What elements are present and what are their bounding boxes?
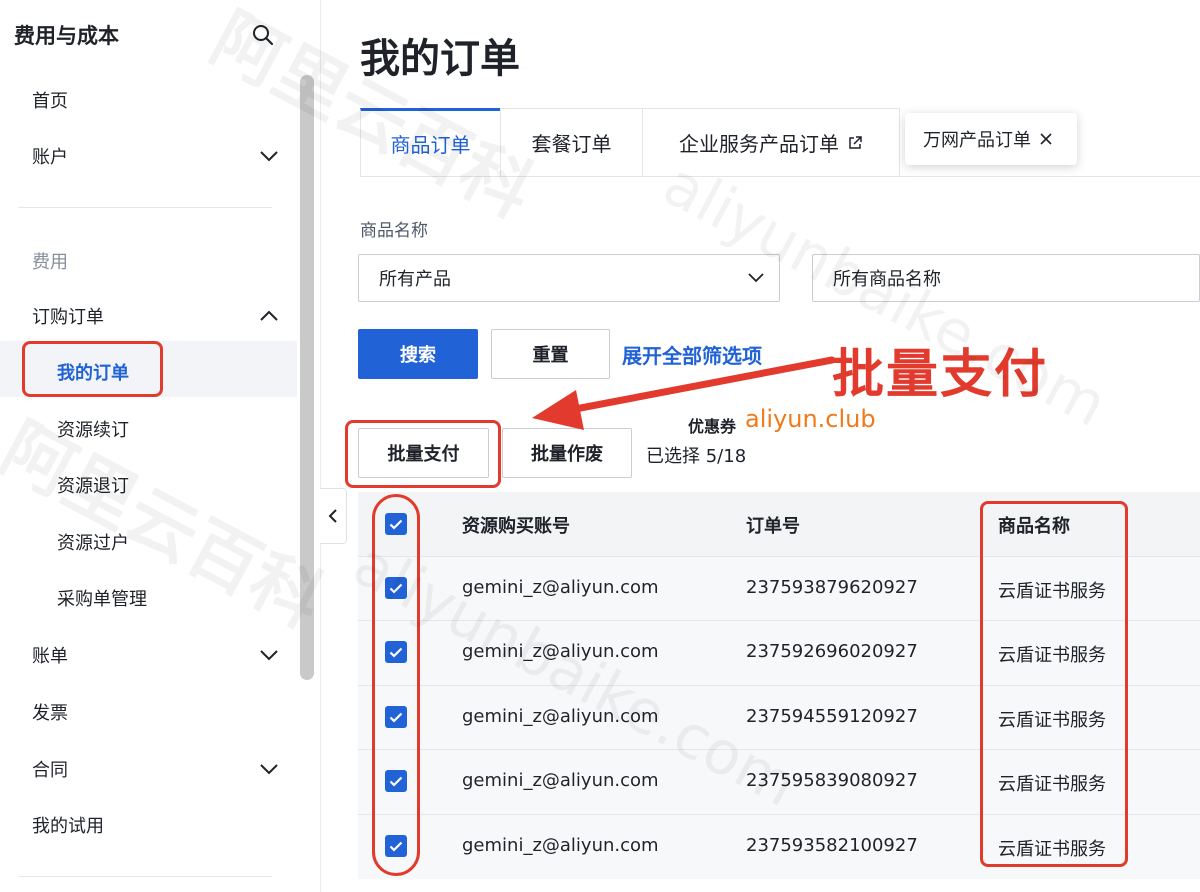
sidebar-item-bills[interactable]: 账单 [32,642,68,668]
tab-enterprise-orders[interactable]: 企业服务产品订单 [642,108,900,176]
sidebar-item-purchase[interactable]: 采购单管理 [57,585,147,611]
annotation-highlight-box [22,341,163,397]
external-link-icon [849,135,862,149]
column-header-account: 资源购买账号 [462,516,570,537]
sidebar-item-contract[interactable]: 合同 [32,756,68,782]
cell-order-no: 237592696020927 [746,641,918,662]
chevron-down-icon [748,273,764,283]
batch-void-button[interactable]: 批量作废 [502,428,632,478]
product-name-select[interactable]: 所有商品名称 [812,254,1200,302]
annotation-checkbox-oval [372,494,420,876]
filter-label: 商品名称 [360,221,428,241]
product-select[interactable]: 所有产品 [358,254,780,302]
annotation-product-column-box [980,501,1128,867]
column-header-order-no: 订单号 [746,516,800,537]
sidebar-item-trial[interactable]: 我的试用 [32,812,104,838]
chevron-left-icon [328,509,337,523]
close-icon[interactable] [1039,132,1053,146]
selected-count: 已选择 5/18 [646,446,747,467]
sidebar-divider [18,876,272,877]
cell-order-no: 237594559120927 [746,706,918,727]
annotation-highlight-box [345,420,501,488]
sidebar-item-renew[interactable]: 资源续订 [57,416,129,442]
sidebar-divider [18,207,272,208]
sidebar-item-invoice[interactable]: 发票 [32,699,68,725]
sidebar-section-fees: 费用 [32,252,68,273]
sidebar-item-home[interactable]: 首页 [32,87,68,113]
chevron-down-icon[interactable] [258,647,280,661]
search-icon[interactable] [250,22,276,48]
chevron-down-icon[interactable] [258,761,280,775]
coupon-url: aliyun.club [745,405,876,433]
tab-label: 企业服务产品订单 [679,132,839,156]
cell-account: gemini_z@aliyun.com [462,835,659,856]
cell-account: gemini_z@aliyun.com [462,770,659,791]
chevron-up-icon[interactable] [258,308,280,322]
coupon-label: 优惠券 [688,417,737,436]
cell-order-no: 237595839080927 [746,770,918,791]
cell-account: gemini_z@aliyun.com [462,641,659,662]
sidebar-scrollbar[interactable] [300,75,314,680]
sidebar-item-unsubscribe[interactable]: 资源退订 [57,472,129,498]
collapse-sidebar-button[interactable] [320,488,347,544]
tab-package-orders[interactable]: 套餐订单 [500,108,643,176]
tab-label: 万网产品订单 [923,130,1031,151]
sidebar-item-account[interactable]: 账户 [32,143,68,169]
tab-label: 商品订单 [390,133,471,157]
chevron-down-icon[interactable] [258,148,280,162]
sidebar-item-orders[interactable]: 订购订单 [32,303,104,329]
search-button[interactable]: 搜索 [358,329,478,379]
cell-account: gemini_z@aliyun.com [462,577,659,598]
tab-wanwang-orders[interactable]: 万网产品订单 [905,113,1077,165]
cell-order-no: 237593879620927 [746,577,918,598]
sidebar-item-transfer[interactable]: 资源过户 [57,529,129,555]
tab-strip-border [360,176,1200,177]
cell-order-no: 237593582100927 [746,835,918,856]
product-name-select-value: 所有商品名称 [833,269,941,290]
tab-product-orders[interactable]: 商品订单 [360,108,501,176]
page-title: 我的订单 [360,36,520,82]
cell-account: gemini_z@aliyun.com [462,706,659,727]
tab-label: 套餐订单 [531,132,612,156]
product-select-value: 所有产品 [379,269,451,290]
annotation-callout: 批量支付 [832,345,1049,405]
sidebar-title: 费用与成本 [14,24,119,48]
